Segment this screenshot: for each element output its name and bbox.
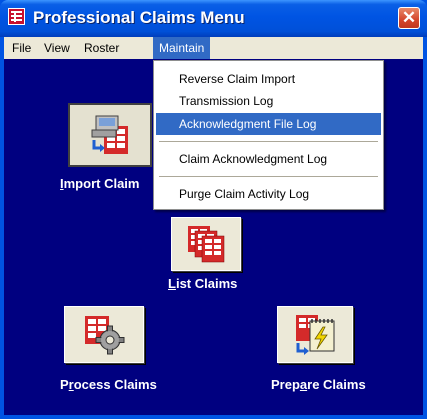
import-claims-button[interactable]	[68, 103, 152, 167]
menu-roster[interactable]: Roster	[78, 37, 125, 59]
import-claims-icon	[91, 115, 128, 154]
window-title: Professional Claims Menu	[33, 8, 245, 27]
claims-app-icon	[8, 8, 25, 25]
menu-separator	[159, 176, 378, 177]
menu-item-reverse-claim-import[interactable]: Reverse Claim Import	[156, 68, 381, 90]
menu-item-claim-acknowledgment-log[interactable]: Claim Acknowledgment Log	[156, 148, 381, 170]
maintain-menu-dropdown: Reverse Claim Import Transmission Log Ac…	[153, 60, 384, 210]
window-frame-right	[423, 37, 427, 419]
prepare-claims-icon	[296, 314, 335, 355]
menu-view[interactable]: View	[38, 37, 76, 59]
app-window: Professional Claims Menu ✕ File View Ros…	[0, 0, 427, 419]
menu-item-transmission-log[interactable]: Transmission Log	[156, 90, 381, 112]
menu-bar: File View Roster Maintain	[4, 37, 423, 59]
close-button[interactable]: ✕	[398, 7, 420, 29]
menu-separator	[159, 141, 378, 142]
window-frame-bottom	[0, 415, 427, 419]
prepare-claims-label: Prepare Claims	[271, 377, 366, 392]
prepare-claims-button[interactable]	[277, 306, 353, 363]
title-bar[interactable]: Professional Claims Menu ✕	[0, 0, 427, 37]
list-claims-icon	[188, 226, 225, 263]
menu-item-purge-claim-activity-log[interactable]: Purge Claim Activity Log	[156, 183, 381, 205]
menu-file[interactable]: File	[6, 37, 37, 59]
process-claims-icon	[85, 315, 125, 354]
list-claims-label: List Claims	[168, 276, 238, 291]
process-claims-label: Process Claims	[60, 377, 157, 392]
menu-item-acknowledgment-file-log[interactable]: Acknowledgment File Log	[156, 113, 381, 135]
list-claims-button[interactable]	[171, 217, 241, 271]
import-claims-label: Import Claim	[60, 176, 140, 191]
process-claims-button[interactable]	[64, 306, 144, 363]
menu-maintain[interactable]: Maintain	[153, 37, 211, 59]
